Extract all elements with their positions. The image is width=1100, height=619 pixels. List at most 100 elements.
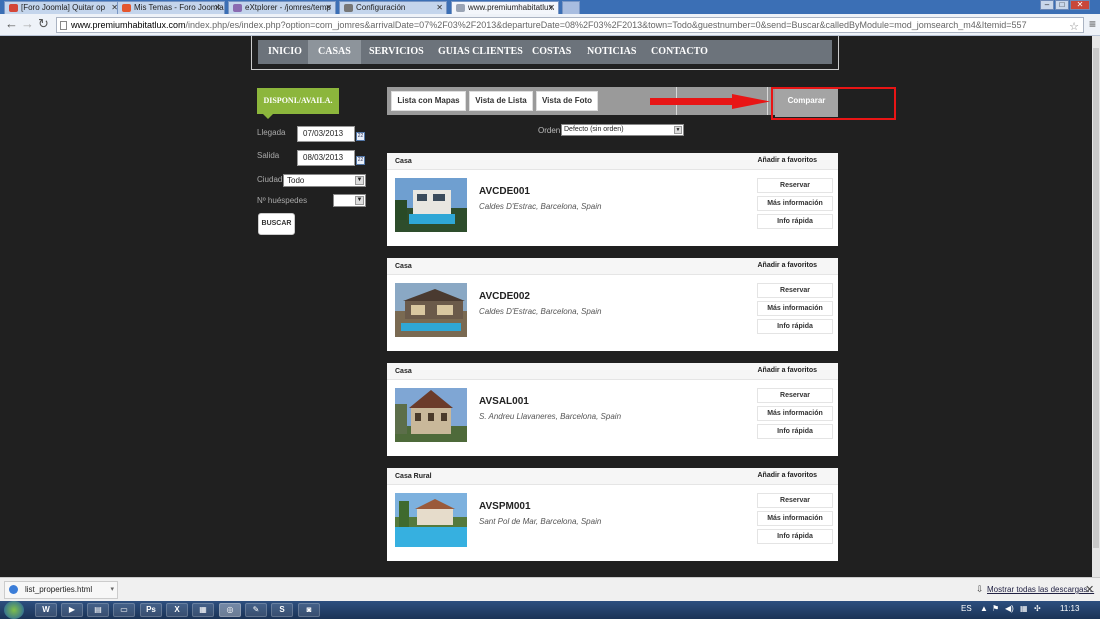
nav-item-servicios[interactable]: SERVICIOS [359,40,434,64]
calendar-icon[interactable]: 22 [356,156,365,165]
book-button[interactable]: Reservar [757,493,833,508]
taskbar-app-explorer[interactable]: ▭ [113,603,135,617]
property-photo[interactable] [395,283,467,337]
browser-tab-5[interactable]: www.premiumhabitatlux. ✕ [451,1,559,14]
property-photo[interactable] [395,493,467,547]
browser-tab-1[interactable]: [Foro Joomla] Quitar op ✕ [4,1,122,14]
map-list-button[interactable]: Lista con Mapas [391,91,466,111]
download-item[interactable]: list_properties.html ▾ [4,581,118,599]
show-all-downloads-link[interactable]: Mostrar todas las descargas... [987,585,1094,594]
menu-icon[interactable]: ≡ [1089,17,1096,31]
arrival-date-input[interactable]: 07/03/2013 [297,126,355,142]
browser-tab-bar: [Foro Joomla] Quitar op ✕ Mis Temas - Fo… [0,0,1100,14]
more-info-button[interactable]: Más información [757,196,833,211]
city-select[interactable]: Todo ▼ [283,174,366,187]
nav-item-inicio[interactable]: INICIO [258,40,312,64]
minimize-icon[interactable]: – [1040,0,1054,10]
clock[interactable]: 11:13 [1060,604,1079,613]
reload-icon[interactable]: ↻ [38,17,49,31]
taskbar-app-chrome[interactable]: ◎ [219,603,241,617]
site-icon [122,4,131,12]
new-tab-button[interactable] [562,1,580,14]
calendar-icon[interactable]: 22 [356,132,365,141]
back-icon[interactable]: ← [5,17,18,31]
add-favorite-link[interactable]: Añadir a favoritos [757,262,817,269]
property-photo[interactable] [395,178,467,232]
list-view-button[interactable]: Vista de Lista [469,91,533,111]
chevron-down-icon[interactable]: ▾ [110,582,114,598]
browser-tab-3[interactable]: eXtplorer - /jomres/temp ✕ [228,1,336,14]
nav-item-contacto[interactable]: CONTACTO [641,40,718,64]
quick-info-button[interactable]: Info rápida [757,214,833,229]
close-icon[interactable]: ✕ [214,2,221,14]
property-title[interactable]: AVSAL001 [479,396,529,407]
property-type: Casa [395,263,412,270]
book-button[interactable]: Reservar [757,178,833,193]
departure-date-input[interactable]: 08/03/2013 [297,150,355,166]
more-info-button[interactable]: Más información [757,511,833,526]
add-favorite-link[interactable]: Añadir a favoritos [757,472,817,479]
star-icon[interactable]: ☆ [1069,20,1079,32]
page-icon [456,4,465,12]
more-info-button[interactable]: Más información [757,406,833,421]
property-location: Caldes D'Estrac, Barcelona, Spain [479,307,602,316]
close-window-icon[interactable]: ✕ [1070,0,1090,10]
close-icon[interactable]: ✕ [548,2,555,14]
book-button[interactable]: Reservar [757,283,833,298]
search-button[interactable]: BUSCAR [258,213,295,235]
more-info-button[interactable]: Más información [757,301,833,316]
scrollbar-thumb[interactable] [1093,48,1099,548]
taskbar-app-skype[interactable]: S [271,603,293,617]
taskbar-app-files[interactable]: ▤ [87,603,109,617]
quick-info-button[interactable]: Info rápida [757,424,833,439]
tray-app-icon[interactable]: ✣ [1034,604,1041,613]
property-card-header: Casa Añadir a favoritos [387,258,838,275]
windows-start-icon[interactable] [4,601,24,619]
property-photo[interactable] [395,388,467,442]
browser-tab-4[interactable]: Configuración ✕ [339,1,447,14]
network-icon[interactable]: ▦ [1020,604,1028,613]
url-input[interactable]: www.premiumhabitatlux.com/index.php/es/i… [56,17,1084,33]
property-title[interactable]: AVCDE001 [479,186,530,197]
tab-label: [Foro Joomla] Quitar op [21,3,106,12]
property-title[interactable]: AVCDE002 [479,291,530,302]
nav-item-noticias[interactable]: NOTICIAS [577,40,646,64]
tab-label: Mis Temas - Foro Joomla [134,3,224,12]
quick-info-button[interactable]: Info rápida [757,529,833,544]
close-icon[interactable]: ✕ [325,2,332,14]
property-type: Casa [395,158,412,165]
taskbar-app-word[interactable]: W [35,603,57,617]
tray-expand-icon[interactable]: ▲ [980,604,988,613]
property-title[interactable]: AVSPM001 [479,501,531,512]
guests-select[interactable]: ▼ [333,194,366,207]
add-favorite-link[interactable]: Añadir a favoritos [757,367,817,374]
quick-info-button[interactable]: Info rápida [757,319,833,334]
browser-tab-2[interactable]: Mis Temas - Foro Joomla ✕ [117,1,225,14]
forward-icon[interactable]: → [21,17,34,31]
language-indicator[interactable]: ES [961,604,972,613]
nav-item-casas[interactable]: CASAS [308,40,361,64]
close-icon[interactable]: ✕ [1085,583,1094,596]
photo-view-button[interactable]: Vista de Foto [536,91,598,111]
book-button[interactable]: Reservar [757,388,833,403]
chevron-down-icon: ▼ [355,176,364,185]
taskbar-app-excel[interactable]: X [166,603,188,617]
taskbar-app-media[interactable]: ▶ [61,603,83,617]
close-icon[interactable]: ✕ [436,2,443,14]
nav-item-guias-clientes[interactable]: GUIAS CLIENTES [428,40,533,64]
property-card: Casa Rural Añadir a favoritos AVSPM001 S… [387,468,838,561]
flag-icon[interactable]: ⚑ [992,604,999,613]
volume-icon[interactable]: ◀) [1005,604,1014,613]
taskbar-app-other[interactable]: ◙ [298,603,320,617]
taskbar-app-photoshop[interactable]: Ps [140,603,162,617]
order-select-value: Defecto (sin orden) [564,126,624,133]
page-scrollbar[interactable] [1092,36,1100,577]
wrench-icon [344,4,353,12]
add-favorite-link[interactable]: Añadir a favoritos [757,157,817,164]
taskbar-app-editor[interactable]: ✎ [245,603,267,617]
order-select[interactable]: Defecto (sin orden) ▼ [561,124,684,136]
taskbar-app-spreadsheet[interactable]: ▦ [192,603,214,617]
nav-item-costas[interactable]: COSTAS [522,40,581,64]
property-card-header: Casa Añadir a favoritos [387,153,838,170]
maximize-icon[interactable]: □ [1055,0,1069,10]
